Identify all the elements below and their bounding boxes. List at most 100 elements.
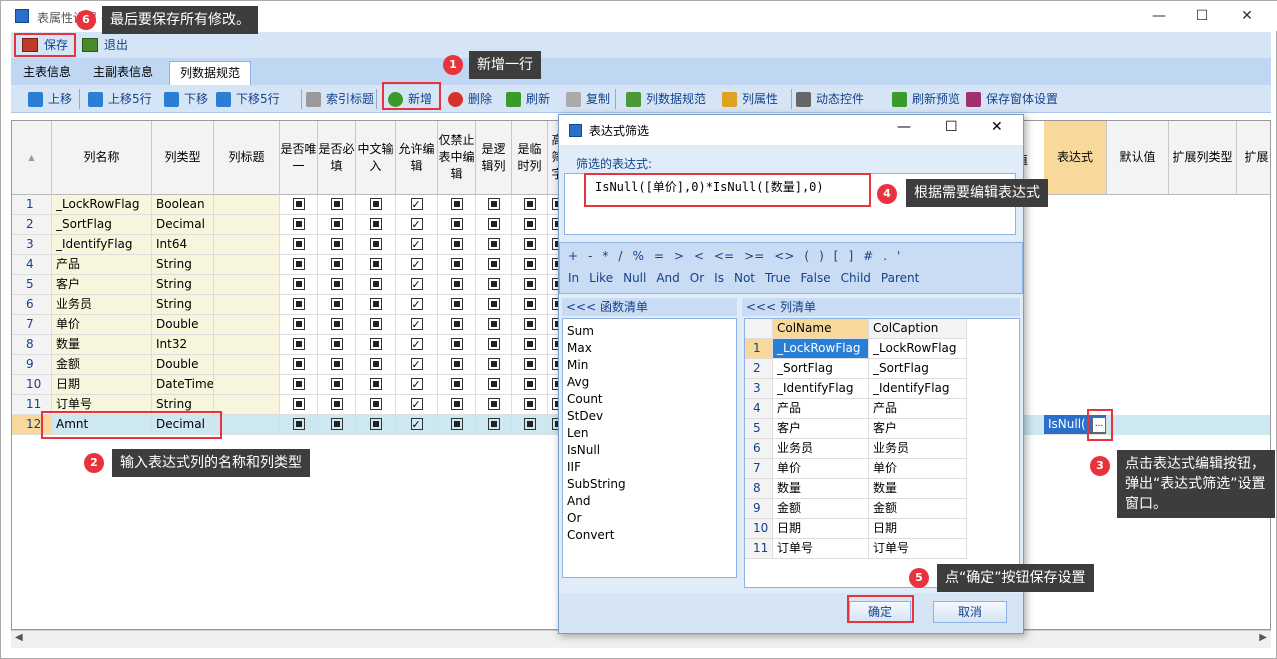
toolbar-button-4[interactable]: 索引标题 [301, 88, 379, 110]
checkbox-icon[interactable] [292, 358, 305, 370]
column-caption[interactable]: 客户 [869, 419, 967, 439]
checkbox-cell[interactable] [512, 255, 548, 275]
checkbox-cell[interactable] [476, 255, 512, 275]
operator-button[interactable]: / [618, 249, 622, 263]
toolbar-button-0[interactable]: 上移 [23, 88, 77, 110]
checkbox-icon[interactable] [450, 258, 463, 270]
checkbox-cell[interactable] [356, 375, 396, 395]
cell-col-name[interactable]: 产品 [52, 255, 152, 275]
checkbox-icon[interactable] [450, 278, 463, 290]
checkbox-icon[interactable] [450, 418, 463, 430]
toolbar-button-10[interactable]: 列属性 [717, 88, 783, 110]
checkbox-icon[interactable] [330, 218, 343, 230]
function-item[interactable]: Or [563, 510, 736, 527]
function-list[interactable]: Sum Max Min Avg Count StDev Len IsNull IIF SubStr… [562, 318, 737, 578]
column-caption[interactable]: 业务员 [869, 439, 967, 459]
colname-header[interactable]: ColName [773, 319, 869, 339]
checkbox-cell[interactable] [396, 335, 438, 355]
checkbox-cell[interactable] [280, 395, 318, 415]
column-name[interactable]: 日期 [773, 519, 869, 539]
checkbox-cell[interactable] [438, 375, 476, 395]
checked-icon[interactable] [410, 215, 423, 234]
checkbox-icon[interactable] [369, 398, 382, 410]
checkbox-cell[interactable] [318, 295, 356, 315]
checkbox-cell[interactable] [512, 415, 548, 435]
column-row[interactable]: 9 金额 金额 [745, 499, 967, 519]
maximize-button[interactable]: ☐ [1179, 1, 1225, 31]
cell-col-type[interactable]: Decimal [152, 215, 214, 235]
checkbox-icon[interactable] [487, 298, 500, 310]
checkbox-cell[interactable] [356, 275, 396, 295]
checkbox-cell[interactable] [356, 355, 396, 375]
checkbox-icon[interactable] [523, 358, 536, 370]
header-right-1[interactable]: 默认值 [1107, 121, 1169, 195]
checkbox-cell[interactable] [318, 215, 356, 235]
toolbar-button-6[interactable]: 删除 [443, 88, 497, 110]
checkbox-icon[interactable] [450, 198, 463, 210]
function-list-header[interactable]: <<< 函数清单 [562, 298, 737, 316]
operator-button[interactable]: ( [804, 249, 809, 263]
operator-button[interactable]: = [654, 249, 664, 263]
cell-col-name[interactable]: 客户 [52, 275, 152, 295]
column-name[interactable]: 订单号 [773, 539, 869, 559]
checkbox-cell[interactable] [476, 355, 512, 375]
checkbox-icon[interactable] [369, 278, 382, 290]
operator-button[interactable]: > [674, 249, 684, 263]
close-button[interactable]: ✕ [1224, 1, 1270, 31]
checkbox-icon[interactable] [292, 338, 305, 350]
header-required[interactable]: 是否必填 [318, 121, 356, 195]
function-item[interactable]: Max [563, 340, 736, 357]
checkbox-cell[interactable] [280, 215, 318, 235]
function-item[interactable]: Count [563, 391, 736, 408]
checkbox-icon[interactable] [292, 398, 305, 410]
cell-col-title[interactable] [214, 315, 280, 335]
checkbox-cell[interactable] [512, 275, 548, 295]
toolbar-button-13[interactable]: 保存窗体设置 [961, 88, 1063, 110]
checkbox-cell[interactable] [396, 215, 438, 235]
checkbox-icon[interactable] [523, 378, 536, 390]
column-caption[interactable]: 金额 [869, 499, 967, 519]
checkbox-cell[interactable] [318, 195, 356, 215]
checked-icon[interactable] [410, 295, 423, 314]
checkbox-cell[interactable] [318, 255, 356, 275]
checkbox-icon[interactable] [330, 378, 343, 390]
checkbox-cell[interactable] [396, 415, 438, 435]
column-name[interactable]: 单价 [773, 459, 869, 479]
toolbar-button-11[interactable]: 动态控件 [791, 88, 869, 110]
cell-col-type[interactable]: Double [152, 315, 214, 335]
operator-button[interactable]: Child [841, 271, 871, 285]
header-right-3[interactable]: 扩展 [1237, 121, 1270, 195]
checkbox-cell[interactable] [356, 235, 396, 255]
checkbox-icon[interactable] [330, 258, 343, 270]
column-caption[interactable]: 产品 [869, 399, 967, 419]
operator-button[interactable]: Like [589, 271, 613, 285]
operator-button[interactable]: True [765, 271, 791, 285]
checkbox-cell[interactable] [318, 335, 356, 355]
checkbox-cell[interactable] [356, 315, 396, 335]
cell-col-title[interactable] [214, 375, 280, 395]
column-caption[interactable]: _IdentifyFlag [869, 379, 967, 399]
operator-button[interactable]: + [568, 249, 578, 263]
checkbox-icon[interactable] [330, 398, 343, 410]
checkbox-icon[interactable] [450, 238, 463, 250]
cell-col-type[interactable]: DateTime [152, 375, 214, 395]
checked-icon[interactable] [410, 395, 423, 414]
cell-col-type[interactable]: String [152, 255, 214, 275]
checkbox-cell[interactable] [356, 395, 396, 415]
colcaption-header[interactable]: ColCaption [869, 319, 967, 339]
checkbox-icon[interactable] [369, 378, 382, 390]
operator-button[interactable]: <> [774, 249, 794, 263]
checkbox-cell[interactable] [512, 335, 548, 355]
toolbar-button-7[interactable]: 刷新 [501, 88, 555, 110]
header-allow-edit[interactable]: 允许编辑 [396, 121, 438, 195]
checkbox-icon[interactable] [330, 278, 343, 290]
column-caption[interactable]: 日期 [869, 519, 967, 539]
checkbox-cell[interactable] [280, 355, 318, 375]
checkbox-icon[interactable] [487, 378, 500, 390]
checkbox-icon[interactable] [450, 298, 463, 310]
column-row[interactable]: 11 订单号 订单号 [745, 539, 967, 559]
column-name[interactable]: 数量 [773, 479, 869, 499]
function-item[interactable]: StDev [563, 408, 736, 425]
checkbox-cell[interactable] [476, 215, 512, 235]
toolbar-button-2[interactable]: 下移 [159, 88, 213, 110]
